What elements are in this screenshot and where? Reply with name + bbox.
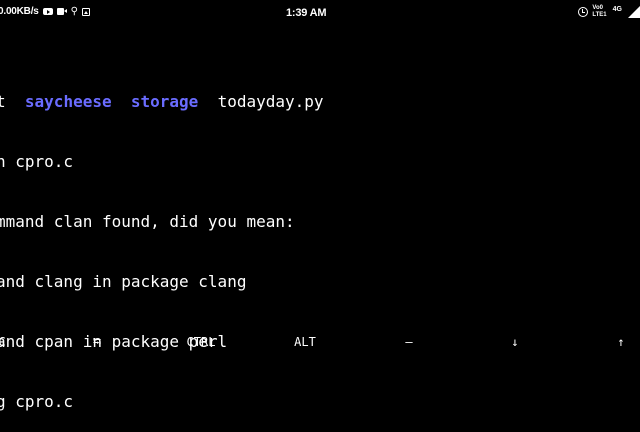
terminal-line: mmand clan found, did you mean: (0, 212, 295, 231)
network-speed: 0.00KB/s (0, 6, 39, 17)
image-icon (81, 7, 90, 16)
directory-entry: saycheese (24, 92, 112, 111)
tab-key[interactable]: ⭾ (89, 334, 105, 350)
file-entry: todayday.py (217, 92, 324, 111)
status-bar-left: 0.00KB/s ⚲ (0, 6, 90, 17)
extra-keys-bar: C ⭾ CTRL ALT — ↓ ↑ (0, 328, 640, 356)
terminal-line: g cpro.c (0, 392, 74, 411)
down-arrow-key[interactable]: ↓ (508, 334, 522, 350)
directory-entry: storage (130, 92, 199, 111)
ls-output-line: t saycheese storage todayday.py (0, 92, 324, 112)
clock: 1:39 AM (286, 7, 327, 19)
terminal-output[interactable]: t saycheese storage todayday.py n cpro.c… (0, 52, 324, 432)
volte-indicator: Vo0 LTE1 (592, 5, 606, 19)
volte-bottom-label: LTE1 (592, 12, 607, 18)
terminal-line: n cpro.c (0, 152, 74, 171)
terminal-line: and clang in package clang (0, 272, 247, 291)
signal-icon (626, 6, 640, 18)
video-icon (56, 8, 67, 15)
alt-key[interactable]: ALT (293, 334, 317, 350)
youtube-icon (42, 8, 53, 15)
network-type: 4G (612, 5, 622, 13)
volte-top-label: Vo0 (592, 5, 603, 11)
status-bar: 0.00KB/s ⚲ 1:39 AM Vo0 LTE1 4G (0, 0, 640, 28)
esc-key[interactable]: C (0, 334, 8, 350)
alarm-icon (578, 7, 589, 17)
up-arrow-key[interactable]: ↑ (614, 334, 628, 350)
dash-key[interactable]: — (402, 334, 416, 350)
ctrl-key[interactable]: CTRL (185, 334, 217, 350)
status-bar-right: Vo0 LTE1 4G (578, 5, 640, 19)
usb-icon: ⚲ (70, 5, 78, 17)
ls-prefix: t (0, 92, 6, 111)
